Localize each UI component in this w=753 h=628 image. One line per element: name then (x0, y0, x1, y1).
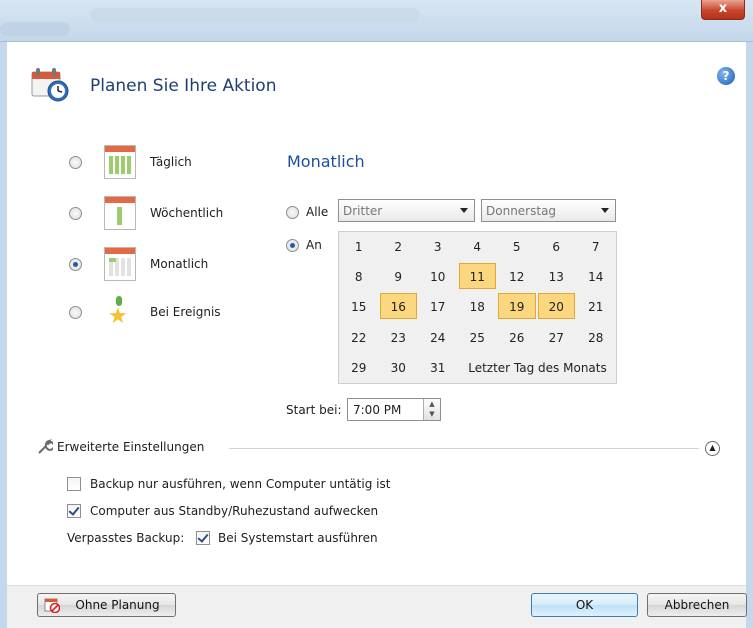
day-cell-17[interactable]: 17 (419, 293, 457, 319)
ordinal-select[interactable]: Dritter (338, 199, 475, 222)
day-cell-19[interactable]: 19 (498, 293, 536, 320)
help-icon[interactable]: ? (717, 67, 735, 85)
day-cell-10[interactable]: 10 (419, 263, 457, 289)
day-cell-7[interactable]: 7 (577, 233, 615, 259)
daily-calendar-icon (104, 145, 136, 179)
monthly-radio[interactable] (69, 258, 82, 271)
no-schedule-label: Ohne Planung (75, 598, 160, 612)
spin-up-icon[interactable]: ▲ (424, 399, 440, 409)
day-cell-22[interactable]: 22 (340, 324, 378, 350)
alle-radio[interactable] (286, 206, 299, 219)
dialog-title: Planen Sie Ihre Aktion (90, 76, 277, 96)
day-cell-2[interactable]: 2 (380, 233, 418, 259)
weekday-select[interactable]: Donnerstag (481, 199, 616, 222)
schedule-calendar-clock-icon (31, 68, 69, 102)
weekly-label[interactable]: Wöchentlich (150, 206, 223, 220)
day-of-month-grid: 1 2 3 4 5 6 7 8 9 10 11 12 13 14 15 16 17 18 19 20 21 22 23 24 2… (338, 231, 617, 384)
day-cell-4[interactable]: 4 (459, 233, 497, 259)
time-spinner[interactable]: ▲ ▼ (423, 399, 440, 420)
day-cell-9[interactable]: 9 (380, 263, 418, 289)
day-cell-3[interactable]: 3 (419, 233, 457, 259)
day-cell-15[interactable]: 15 (340, 293, 378, 319)
monthly-calendar-icon (104, 247, 136, 281)
day-cell-6[interactable]: 6 (538, 233, 576, 259)
day-cell-23[interactable]: 23 (380, 324, 418, 350)
no-schedule-icon (44, 598, 60, 613)
event-label[interactable]: Bei Ereignis (150, 305, 221, 319)
chevron-down-icon (460, 208, 468, 213)
start-time-value: 7:00 PM (353, 403, 402, 417)
day-cell-31[interactable]: 31 (419, 354, 457, 380)
collapse-icon[interactable]: ▲ (705, 441, 720, 456)
an-label[interactable]: An (306, 238, 322, 252)
missed-backup-checkbox[interactable] (196, 531, 210, 545)
day-cell-11[interactable]: 11 (458, 263, 496, 290)
day-cell-21[interactable]: 21 (577, 293, 615, 319)
daily-label[interactable]: Täglich (150, 155, 192, 169)
divider (229, 448, 699, 449)
advanced-settings-title[interactable]: Erweiterte Einstellungen (57, 440, 204, 454)
day-cell-25[interactable]: 25 (459, 324, 497, 350)
missed-backup-label: Verpasstes Backup: (67, 531, 185, 545)
alle-label[interactable]: Alle (306, 205, 328, 219)
event-star-icon: ★ (104, 296, 136, 330)
day-cell-5[interactable]: 5 (498, 233, 536, 259)
title-bar-blurred-tab (0, 22, 70, 36)
day-cell-13[interactable]: 13 (538, 263, 576, 289)
wake-label[interactable]: Computer aus Standby/Ruhezustand aufweck… (90, 504, 378, 518)
start-time-label: Start bei: (286, 403, 342, 417)
close-button[interactable]: x (701, 0, 745, 20)
title-bar-blurred-text (90, 8, 420, 22)
daily-radio[interactable] (69, 156, 82, 169)
idle-only-checkbox[interactable] (67, 477, 81, 491)
day-cell-30[interactable]: 30 (380, 354, 418, 380)
day-cell-1[interactable]: 1 (340, 233, 378, 259)
monthly-label[interactable]: Monatlich (150, 257, 208, 271)
day-cell-28[interactable]: 28 (577, 324, 615, 350)
an-radio[interactable] (286, 239, 299, 252)
day-cell-29[interactable]: 29 (340, 354, 378, 380)
spin-down-icon[interactable]: ▼ (424, 409, 440, 419)
cancel-button[interactable]: Abbrechen (647, 593, 747, 617)
ok-button[interactable]: OK (531, 593, 638, 617)
monthly-section-title: Monatlich (287, 152, 365, 171)
weekly-calendar-icon (104, 196, 136, 230)
weekly-radio[interactable] (69, 207, 82, 220)
ordinal-select-value: Dritter (343, 204, 383, 218)
day-cell-8[interactable]: 8 (340, 263, 378, 289)
title-bar: x (0, 0, 753, 42)
day-cell-18[interactable]: 18 (459, 293, 497, 319)
day-cell-12[interactable]: 12 (498, 263, 536, 289)
weekday-select-value: Donnerstag (486, 204, 557, 218)
day-cell-27[interactable]: 27 (538, 324, 576, 350)
day-cell-20[interactable]: 20 (537, 293, 575, 320)
wake-checkbox[interactable] (67, 504, 81, 518)
last-day-of-month-cell[interactable]: Letzter Tag des Monats (459, 354, 617, 380)
day-cell-14[interactable]: 14 (577, 263, 615, 289)
day-cell-26[interactable]: 26 (498, 324, 536, 350)
chevron-down-icon (601, 208, 609, 213)
day-cell-16[interactable]: 16 (379, 293, 417, 320)
event-radio[interactable] (69, 306, 82, 319)
day-cell-24[interactable]: 24 (419, 324, 457, 350)
wrench-icon (38, 439, 53, 454)
no-schedule-button[interactable]: Ohne Planung (37, 593, 176, 617)
missed-backup-option-label[interactable]: Bei Systemstart ausführen (218, 531, 378, 545)
idle-only-label[interactable]: Backup nur ausführen, wenn Computer untä… (90, 477, 390, 491)
